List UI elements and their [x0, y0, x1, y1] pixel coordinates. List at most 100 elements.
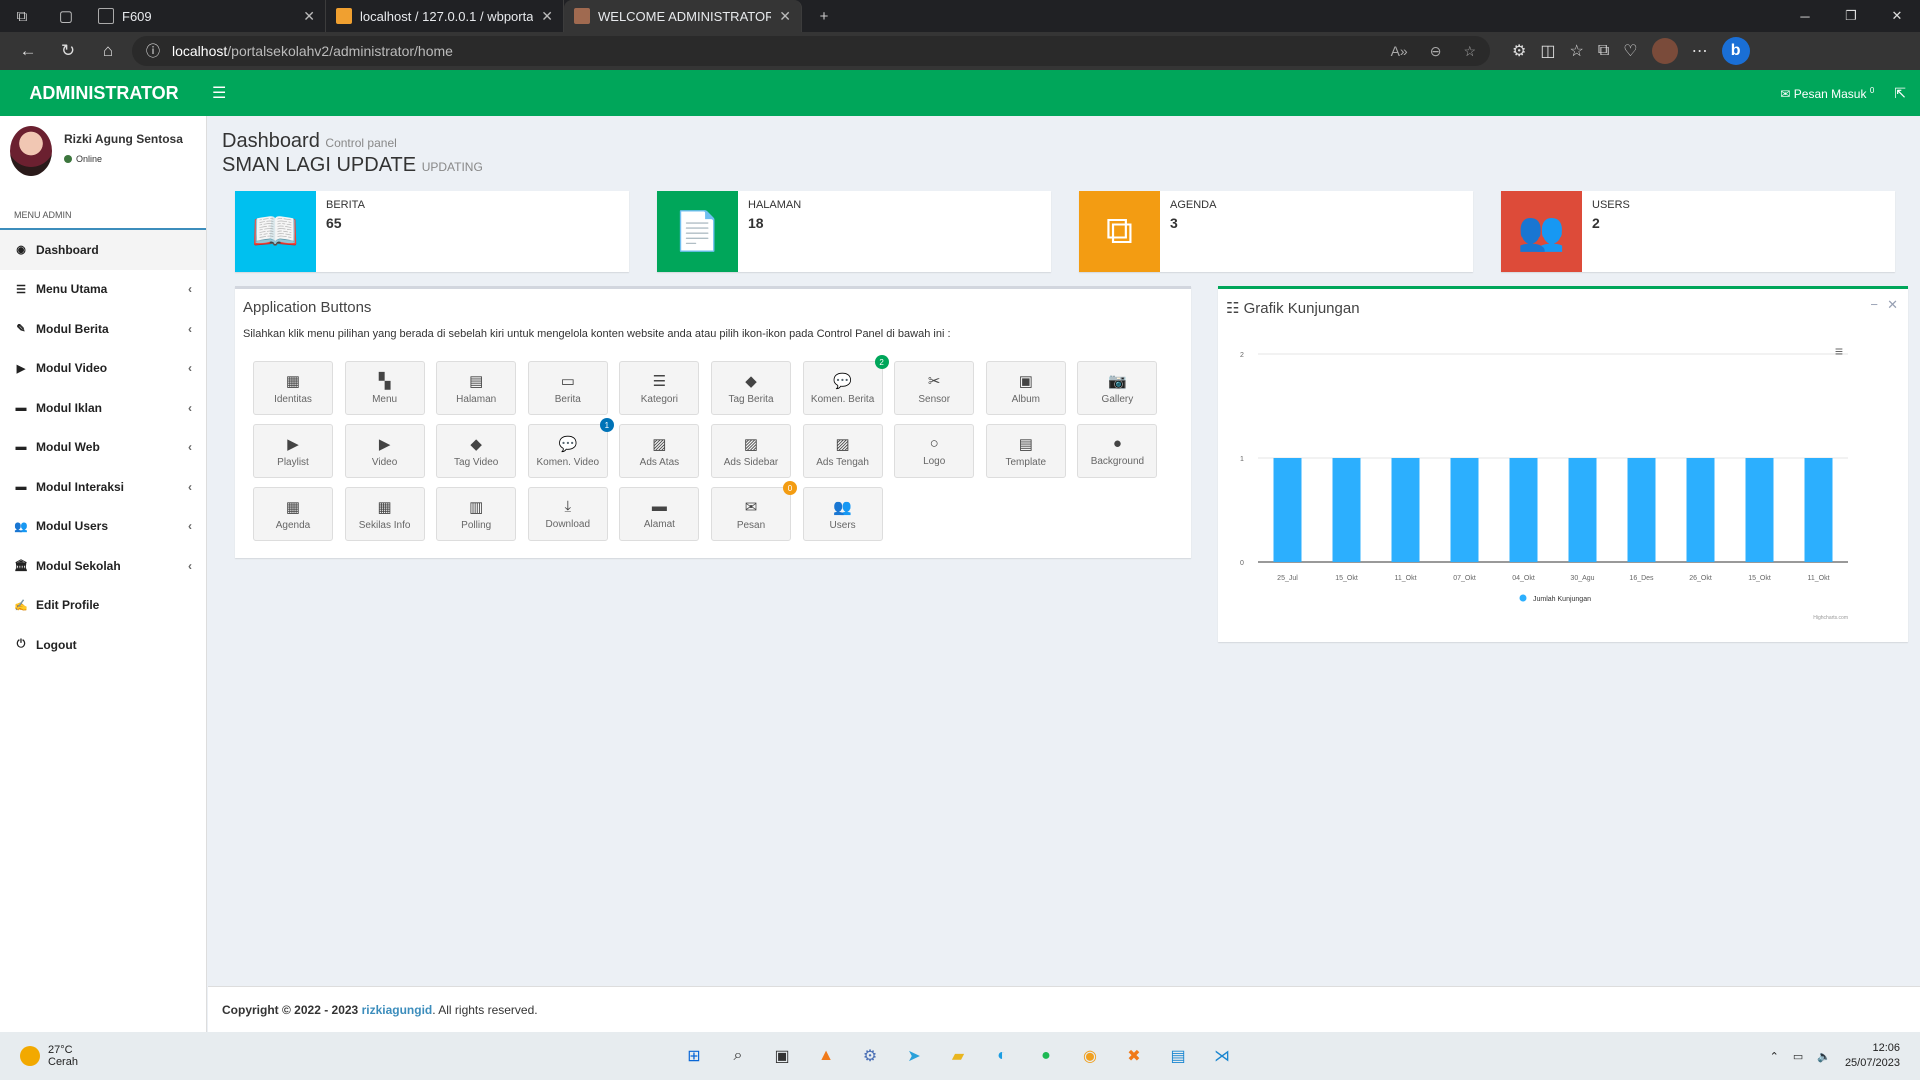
search-icon[interactable]: ⌕ — [724, 1042, 752, 1070]
xampp-icon[interactable]: ▲ — [812, 1042, 840, 1070]
messages-link[interactable]: ✉ Pesan Masuk 0 — [1780, 86, 1874, 101]
sidebar-item-modul-interaksi[interactable]: ▬ Modul Interaksi ‹ — [0, 467, 206, 507]
edge-icon[interactable]: ◐ — [988, 1042, 1016, 1070]
app-button-identitas[interactable]: ▦ Identitas — [253, 361, 333, 415]
xampp-control-icon[interactable]: ✖ — [1120, 1042, 1148, 1070]
chart-menu-icon[interactable]: ≡ — [1835, 343, 1843, 359]
app-button-agenda[interactable]: ▦ Agenda — [253, 487, 333, 541]
app-button-kategori[interactable]: ☰ Kategori — [619, 361, 700, 415]
stat-box-halaman: 📄 HALAMAN 18 — [657, 191, 1051, 272]
file-explorer-icon[interactable]: ▰ — [944, 1042, 972, 1070]
app-button-sekilas-info[interactable]: ▦ Sekilas Info — [344, 487, 425, 541]
sidebar-item-modul-iklan[interactable]: ▬ Modul Iklan ‹ — [0, 388, 206, 428]
app-button-gallery[interactable]: 📷 Gallery — [1077, 361, 1158, 415]
minimize-icon[interactable]: ─ — [1782, 0, 1828, 32]
bing-icon[interactable]: b — [1721, 37, 1750, 65]
url-host: localhost — [172, 43, 228, 59]
chevron-up-icon[interactable]: ⌃ — [1770, 1050, 1779, 1063]
sidebar-item-modul-web[interactable]: ▬ Modul Web ‹ — [0, 428, 206, 468]
browser-tab-admin[interactable]: WELCOME ADMINISTRATOR ✕ — [564, 0, 802, 32]
more-icon[interactable]: ⋯ — [1692, 41, 1708, 61]
settings-icon[interactable]: ⚙ — [856, 1042, 884, 1070]
sidebar-toggle-icon[interactable]: ☰ — [212, 83, 226, 103]
new-tab-icon[interactable]: + — [802, 0, 846, 32]
app-button-ads-atas[interactable]: ▨ Ads Atas — [619, 424, 700, 478]
split-screen-icon[interactable]: ◫ — [1540, 41, 1555, 61]
app-button-logo[interactable]: ○ Logo — [894, 424, 975, 478]
sidebar-item-dashboard[interactable]: ◉ Dashboard — [0, 230, 206, 270]
tab-actions-icon[interactable]: ▢ — [44, 0, 88, 32]
app-button-template[interactable]: ▤ Template — [985, 424, 1066, 478]
minimize-box-icon[interactable]: − — [1870, 297, 1878, 312]
app-button-komen-video[interactable]: 💬 Komen. Video 1 — [527, 418, 614, 478]
app-button-tag-video[interactable]: ◆ Tag Video — [436, 424, 517, 478]
x-tick-label: 11_Okt — [1394, 575, 1416, 582]
extensions-icon[interactable]: ⚙ — [1512, 41, 1526, 61]
app-button-ads-tengah[interactable]: ▨ Ads Tengah — [802, 424, 883, 478]
volume-icon[interactable]: 🔈 — [1817, 1050, 1831, 1063]
app-button-menu[interactable]: ▚ Menu — [344, 361, 425, 415]
info-icon[interactable]: ⓘ — [146, 41, 160, 61]
browser-essentials-icon[interactable]: ♡ — [1623, 41, 1637, 61]
app-button-download[interactable]: ⤓ Download — [527, 487, 608, 541]
x-tick-label: 16_Des — [1629, 575, 1654, 582]
footer-author-link[interactable]: rizkiagungid — [362, 1003, 433, 1017]
back-icon[interactable]: ← — [12, 35, 44, 67]
play-icon: ▶ — [378, 435, 391, 453]
zoom-icon[interactable]: ⊖ — [1430, 43, 1442, 60]
sidebar-item-logout[interactable]: ⏻ Logout — [0, 625, 206, 665]
app-button-album[interactable]: ▣ Album — [985, 361, 1066, 415]
app-button-sensor[interactable]: ✂ Sensor — [894, 361, 975, 415]
sidebar-item-modul-users[interactable]: 👥 Modul Users ‹ — [0, 507, 206, 547]
app-button-tag-berita[interactable]: ◆ Tag Berita — [711, 361, 791, 415]
sidebar-item-modul-berita[interactable]: ✎ Modul Berita ‹ — [0, 309, 206, 349]
start-icon[interactable]: ⊞ — [680, 1042, 708, 1070]
browser-tab-phpmyadmin[interactable]: localhost / 127.0.0.1 / wbportalse ✕ — [326, 0, 564, 32]
app-button-users[interactable]: 👥 Users — [802, 487, 883, 541]
app-button-polling[interactable]: ▥ Polling — [436, 487, 517, 541]
telegram-icon[interactable]: ➤ — [900, 1042, 928, 1070]
url-field[interactable]: ⓘ localhost/portalsekolahv2/administrato… — [132, 36, 1490, 66]
vscode-icon[interactable]: ⋊ — [1208, 1042, 1236, 1070]
weather-widget[interactable]: 27°C Cerah — [0, 1044, 78, 1068]
notepad-icon[interactable]: ▤ — [1164, 1042, 1192, 1070]
close-box-icon[interactable]: ✕ — [1887, 297, 1898, 313]
favorites-icon[interactable]: ☆ — [1569, 41, 1583, 61]
close-tab-icon[interactable]: ✕ — [303, 8, 315, 25]
external-link-icon[interactable]: ⇱ — [1894, 85, 1906, 102]
app-icon[interactable]: ◉ — [1076, 1042, 1104, 1070]
app-button-pesan[interactable]: ✉ Pesan 0 — [711, 481, 797, 541]
home-icon[interactable]: ⌂ — [92, 35, 124, 67]
network-icon[interactable]: ▭ — [1793, 1050, 1803, 1063]
browser-tab-f609[interactable]: F609 ✕ — [88, 0, 326, 32]
app-button-background[interactable]: ● Background — [1077, 424, 1158, 478]
sidebar-item-modul-video[interactable]: ▶ Modul Video ‹ — [0, 349, 206, 389]
profile-avatar[interactable] — [1651, 38, 1678, 64]
close-tab-icon[interactable]: ✕ — [541, 8, 553, 25]
chevron-left-icon: ‹ — [188, 479, 192, 494]
app-button-alamat[interactable]: ▬ Alamat — [619, 487, 700, 541]
refresh-icon[interactable]: ↻ — [52, 35, 84, 67]
sidebar-item-modul-sekolah[interactable]: 🏛 Modul Sekolah ‹ — [0, 546, 206, 586]
task-view-icon[interactable]: ▣ — [768, 1042, 796, 1070]
collections-icon[interactable]: ⧉ — [1598, 42, 1609, 60]
app-button-halaman[interactable]: ▤ Halaman — [436, 361, 517, 415]
clock[interactable]: 12:06 25/07/2023 — [1845, 1041, 1900, 1071]
tab-title: WELCOME ADMINISTRATOR — [598, 8, 772, 24]
app-button-video[interactable]: ▶ Video — [344, 424, 425, 478]
read-aloud-icon[interactable]: A» — [1391, 43, 1408, 60]
sidebar-item-menu-utama[interactable]: ☰ Menu Utama ‹ — [0, 270, 206, 310]
app-button-berita[interactable]: ▭ Berita — [527, 361, 608, 415]
workspaces-icon[interactable]: ⧉ — [0, 0, 44, 32]
app-button-playlist[interactable]: ▶ Playlist — [253, 424, 333, 478]
close-window-icon[interactable]: ✕ — [1874, 0, 1920, 32]
spotify-icon[interactable]: ● — [1032, 1042, 1060, 1070]
close-tab-icon[interactable]: ✕ — [779, 8, 791, 25]
sidebar-item-edit-profile[interactable]: ✍ Edit Profile — [0, 586, 206, 626]
restore-icon[interactable]: ❐ — [1828, 0, 1874, 32]
comment-icon: 💬 — [558, 435, 578, 453]
app-button-ads-sidebar[interactable]: ▨ Ads Sidebar — [711, 424, 791, 478]
favorite-star-icon[interactable]: ☆ — [1463, 43, 1476, 60]
app-button-komen-berita[interactable]: 💬 Komen. Berita 2 — [802, 355, 889, 415]
app-logo[interactable]: ADMINISTRATOR — [0, 83, 208, 104]
